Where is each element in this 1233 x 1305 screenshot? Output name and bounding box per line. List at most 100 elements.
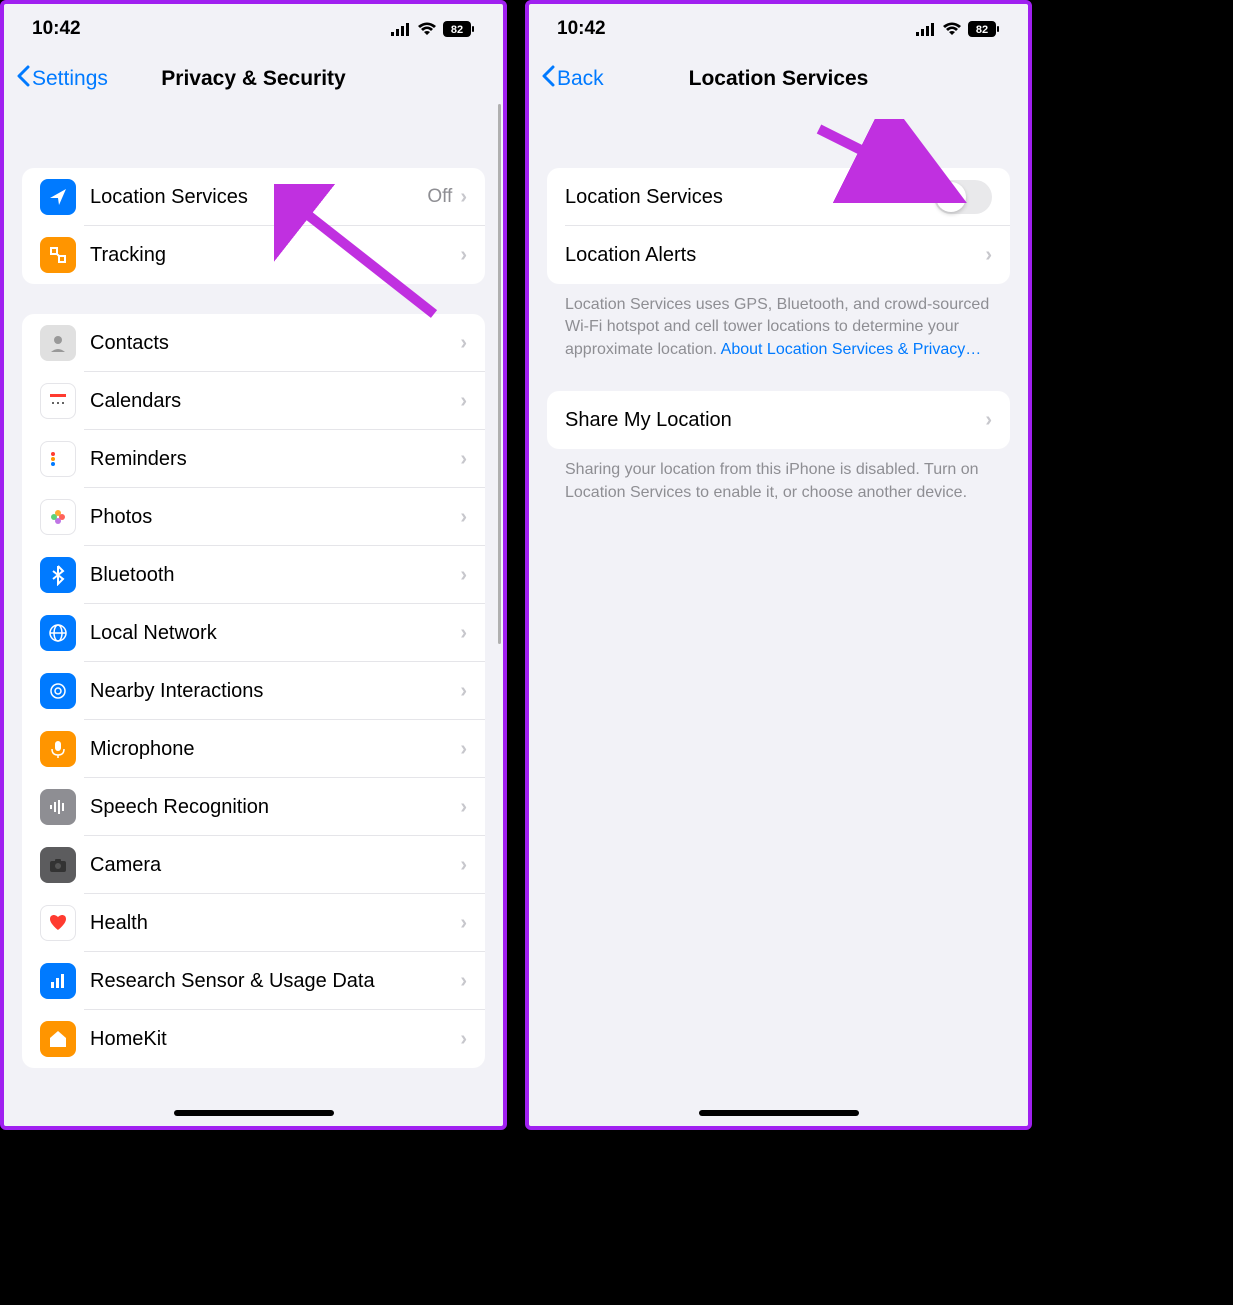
location-arrow-icon	[40, 179, 76, 215]
chevron-right-icon: ›	[460, 680, 467, 703]
chevron-right-icon: ›	[460, 186, 467, 209]
footer-text-1: Location Services uses GPS, Bluetooth, a…	[547, 284, 1010, 371]
row-contacts[interactable]: Contacts ›	[22, 314, 485, 372]
chevron-left-icon	[16, 65, 30, 93]
phone-left: 10:42 82 Settings Privacy & Security	[0, 0, 507, 1130]
row-label: Location Alerts	[565, 244, 985, 267]
nearby-icon	[40, 673, 76, 709]
section-location-tracking: Location Services Off › Tracking ›	[22, 168, 485, 284]
row-research-sensor[interactable]: Research Sensor & Usage Data ›	[22, 952, 485, 1010]
battery-icon: 82	[443, 21, 475, 37]
back-label: Back	[557, 67, 604, 91]
status-indicators: 82	[916, 21, 1000, 37]
tracking-icon	[40, 237, 76, 273]
chevron-right-icon: ›	[460, 854, 467, 877]
home-indicator[interactable]	[699, 1110, 859, 1116]
chevron-right-icon: ›	[460, 564, 467, 587]
row-label: Calendars	[90, 390, 460, 413]
row-tracking[interactable]: Tracking ›	[22, 226, 485, 284]
row-reminders[interactable]: Reminders ›	[22, 430, 485, 488]
row-location-alerts[interactable]: Location Alerts ›	[547, 226, 1010, 284]
back-button[interactable]: Back	[541, 65, 604, 93]
chevron-right-icon: ›	[460, 448, 467, 471]
home-icon	[40, 1021, 76, 1057]
row-label: Location Services	[565, 186, 934, 209]
chevron-right-icon: ›	[460, 244, 467, 267]
bluetooth-icon	[40, 557, 76, 593]
svg-text:82: 82	[976, 24, 988, 36]
row-label: Bluetooth	[90, 564, 460, 587]
row-bluetooth[interactable]: Bluetooth ›	[22, 546, 485, 604]
chevron-right-icon: ›	[985, 409, 992, 432]
reminders-icon	[40, 441, 76, 477]
chevron-right-icon: ›	[460, 1028, 467, 1051]
waveform-icon	[40, 789, 76, 825]
calendar-icon	[40, 383, 76, 419]
section-location-services: Location Services Location Alerts ›	[547, 168, 1010, 284]
cellular-signal-icon	[391, 22, 411, 36]
contacts-icon	[40, 325, 76, 361]
row-homekit[interactable]: HomeKit ›	[22, 1010, 485, 1068]
camera-icon	[40, 847, 76, 883]
status-indicators: 82	[391, 21, 475, 37]
cellular-signal-icon	[916, 22, 936, 36]
chevron-right-icon: ›	[460, 912, 467, 935]
section-share-location: Share My Location ›	[547, 391, 1010, 449]
page-title: Location Services	[689, 67, 869, 91]
row-location-services[interactable]: Location Services Off ›	[22, 168, 485, 226]
footer-text-2: Sharing your location from this iPhone i…	[547, 449, 1010, 514]
chart-icon	[40, 963, 76, 999]
chevron-right-icon: ›	[460, 738, 467, 761]
row-label: Research Sensor & Usage Data	[90, 970, 460, 993]
row-label: Camera	[90, 854, 460, 877]
back-button[interactable]: Settings	[16, 65, 108, 93]
row-label: Location Services	[90, 186, 427, 209]
scrollbar[interactable]	[498, 104, 501, 644]
battery-icon: 82	[968, 21, 1000, 37]
row-label: Health	[90, 912, 460, 935]
status-bar: 10:42 82	[529, 4, 1028, 54]
row-label: Microphone	[90, 738, 460, 761]
globe-icon	[40, 615, 76, 651]
row-label: Speech Recognition	[90, 796, 460, 819]
row-label: HomeKit	[90, 1028, 460, 1051]
nav-header: Back Location Services	[529, 54, 1028, 104]
page-title: Privacy & Security	[161, 67, 345, 91]
row-share-my-location[interactable]: Share My Location ›	[547, 391, 1010, 449]
chevron-right-icon: ›	[460, 970, 467, 993]
svg-text:82: 82	[451, 24, 463, 36]
row-microphone[interactable]: Microphone ›	[22, 720, 485, 778]
row-location-services-toggle: Location Services	[547, 168, 1010, 226]
row-value: Off	[427, 186, 452, 208]
back-label: Settings	[32, 67, 108, 91]
chevron-right-icon: ›	[460, 506, 467, 529]
chevron-right-icon: ›	[460, 622, 467, 645]
row-label: Photos	[90, 506, 460, 529]
status-time: 10:42	[557, 18, 606, 40]
chevron-left-icon	[541, 65, 555, 93]
chevron-right-icon: ›	[460, 390, 467, 413]
nav-header: Settings Privacy & Security	[4, 54, 503, 104]
heart-icon	[40, 905, 76, 941]
row-nearby-interactions[interactable]: Nearby Interactions ›	[22, 662, 485, 720]
row-health[interactable]: Health ›	[22, 894, 485, 952]
chevron-right-icon: ›	[460, 332, 467, 355]
section-apps: Contacts › Calendars › Reminders › Photo…	[22, 314, 485, 1068]
wifi-icon	[942, 22, 962, 36]
location-services-toggle[interactable]	[934, 180, 992, 214]
row-calendars[interactable]: Calendars ›	[22, 372, 485, 430]
row-photos[interactable]: Photos ›	[22, 488, 485, 546]
row-camera[interactable]: Camera ›	[22, 836, 485, 894]
row-label: Reminders	[90, 448, 460, 471]
row-label: Tracking	[90, 244, 460, 267]
home-indicator[interactable]	[174, 1110, 334, 1116]
row-local-network[interactable]: Local Network ›	[22, 604, 485, 662]
chevron-right-icon: ›	[985, 244, 992, 267]
row-label: Local Network	[90, 622, 460, 645]
about-link[interactable]: About Location Services & Privacy…	[721, 341, 982, 358]
phone-right: 10:42 82 Back Location Services Location…	[525, 0, 1032, 1130]
microphone-icon	[40, 731, 76, 767]
row-label: Contacts	[90, 332, 460, 355]
row-speech-recognition[interactable]: Speech Recognition ›	[22, 778, 485, 836]
row-label: Share My Location	[565, 409, 985, 432]
